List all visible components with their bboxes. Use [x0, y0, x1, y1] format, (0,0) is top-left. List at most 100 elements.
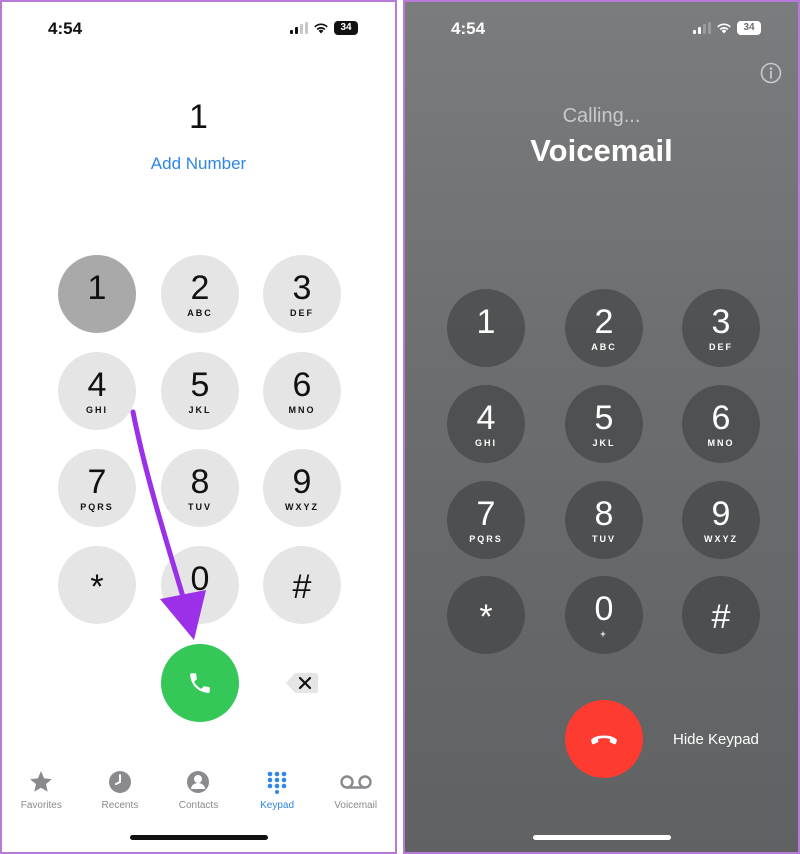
calling-screen: 4:54 34 Calling... Voicemail 1 2 ABC 3 D… — [403, 0, 800, 854]
key-4[interactable]: 4 GHI — [447, 385, 525, 463]
key-5[interactable]: 5 JKL — [161, 352, 239, 430]
keypad-icon — [267, 771, 287, 794]
key-letters: TUV — [188, 501, 212, 512]
key-star[interactable]: * — [447, 576, 525, 654]
battery-icon: 34 — [737, 21, 761, 35]
key-digit: 7 — [87, 462, 107, 501]
key-letters: MNO — [707, 437, 735, 448]
key-8[interactable]: 8 TUV — [565, 481, 643, 559]
key-letters: TUV — [592, 533, 616, 544]
tab-label: Voicemail — [334, 800, 378, 811]
key-9[interactable]: 9 WXYZ — [682, 481, 760, 559]
key-0[interactable]: 0 + — [565, 576, 643, 654]
tab-contacts[interactable]: Contacts — [163, 768, 233, 828]
key-letters: PQRS — [469, 533, 503, 544]
tab-favorites[interactable]: Favorites — [6, 768, 76, 828]
key-1[interactable]: 1 — [58, 255, 136, 333]
key-digit: 5 — [594, 398, 614, 437]
key-digit: 1 — [476, 302, 496, 341]
add-number-link[interactable]: Add Number — [2, 154, 395, 174]
key-hash[interactable]: # — [263, 546, 341, 624]
key-digit: 9 — [711, 494, 731, 533]
key-digit: # — [711, 598, 731, 636]
key-letters: WXYZ — [285, 501, 319, 512]
key-7[interactable]: 7 PQRS — [447, 481, 525, 559]
key-6[interactable]: 6 MNO — [263, 352, 341, 430]
key-digit: 0 — [594, 589, 614, 628]
key-letters: ABC — [187, 307, 213, 318]
key-2[interactable]: 2 ABC — [565, 289, 643, 367]
call-button[interactable] — [161, 644, 239, 722]
key-1[interactable]: 1 — [447, 289, 525, 367]
key-digit: 7 — [476, 494, 496, 533]
star-icon — [30, 771, 53, 792]
key-digit: 4 — [476, 398, 496, 437]
hide-keypad-button[interactable]: Hide Keypad — [673, 731, 759, 748]
signal-icon — [290, 22, 308, 34]
battery-icon: 34 — [334, 21, 358, 35]
key-digit: 8 — [190, 462, 210, 501]
call-status: Calling... — [562, 105, 641, 127]
key-digit: 2 — [594, 302, 614, 341]
key-8[interactable]: 8 TUV — [161, 449, 239, 527]
voicemail-icon — [339, 775, 372, 789]
keypad-screen: 4:54 34 1 Add Number 1 2 ABC 3 DEF 4 GHI… — [0, 0, 397, 854]
key-0[interactable]: 0 + — [161, 546, 239, 624]
key-digit: 1 — [87, 268, 107, 307]
callee-name: Voicemail — [530, 133, 673, 168]
end-call-button[interactable] — [565, 700, 643, 778]
status-time: 4:54 — [48, 19, 83, 38]
key-digit: 3 — [711, 302, 731, 341]
tab-label: Recents — [101, 800, 139, 811]
tab-voicemail[interactable]: Voicemail — [321, 768, 391, 828]
key-2[interactable]: 2 ABC — [161, 255, 239, 333]
key-digit: 8 — [594, 494, 614, 533]
key-hash[interactable]: # — [682, 576, 760, 654]
end-call-icon — [591, 735, 617, 745]
delete-button[interactable] — [282, 670, 322, 696]
key-digit: 4 — [87, 365, 107, 404]
status-time: 4:54 — [451, 19, 486, 38]
status-icons: 34 — [693, 21, 761, 35]
key-letters: JKL — [592, 437, 616, 448]
key-digit: * — [90, 568, 104, 606]
key-letters: + — [600, 628, 608, 639]
tab-label: Contacts — [178, 800, 219, 811]
key-7[interactable]: 7 PQRS — [58, 449, 136, 527]
key-letters: PQRS — [80, 501, 114, 512]
key-9[interactable]: 9 WXYZ — [263, 449, 341, 527]
wifi-icon — [717, 23, 731, 34]
tab-recents[interactable]: Recents — [85, 768, 155, 828]
key-3[interactable]: 3 DEF — [682, 289, 760, 367]
key-digit: 9 — [292, 462, 312, 501]
tab-label: Keypad — [260, 800, 295, 811]
key-letters: MNO — [288, 404, 316, 415]
status-icons: 34 — [290, 21, 358, 35]
key-digit: 3 — [292, 268, 312, 307]
signal-icon — [693, 22, 711, 34]
tab-bar: Favorites Recents Contacts Keypad Voicem… — [2, 768, 395, 828]
key-letters: DEF — [709, 341, 733, 352]
key-3[interactable]: 3 DEF — [263, 255, 341, 333]
key-letters: GHI — [474, 437, 497, 448]
key-letters: WXYZ — [704, 533, 738, 544]
tab-label: Favorites — [20, 800, 62, 811]
key-6[interactable]: 6 MNO — [682, 385, 760, 463]
info-icon[interactable] — [760, 62, 782, 84]
key-digit: * — [479, 598, 493, 636]
key-digit: # — [292, 568, 312, 606]
key-star[interactable]: * — [58, 546, 136, 624]
key-4[interactable]: 4 GHI — [58, 352, 136, 430]
tab-keypad[interactable]: Keypad — [242, 768, 312, 828]
key-digit: 2 — [190, 268, 210, 307]
home-indicator — [129, 835, 268, 840]
key-digit: 6 — [711, 398, 731, 437]
clock-icon — [108, 771, 131, 793]
key-digit: 6 — [292, 365, 312, 404]
key-letters: GHI — [85, 404, 108, 415]
person-icon — [187, 771, 210, 793]
key-letters: ABC — [591, 341, 617, 352]
dialed-number: 1 — [189, 98, 208, 136]
key-5[interactable]: 5 JKL — [565, 385, 643, 463]
phone-icon — [190, 673, 210, 693]
